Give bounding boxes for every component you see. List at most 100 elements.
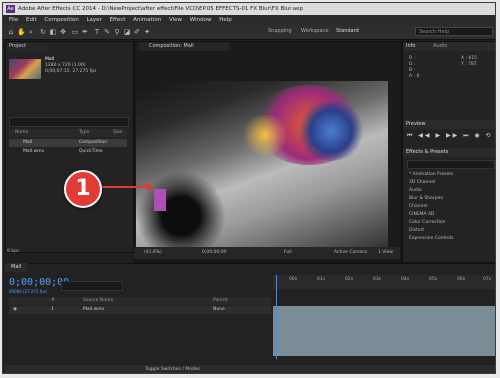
- effect-animation-presets[interactable]: * Animation Presets: [409, 172, 453, 178]
- col-type[interactable]: Type: [79, 129, 89, 137]
- timeline-columns: # Source Name Parent: [9, 297, 271, 305]
- effect-audio[interactable]: Audio: [409, 188, 422, 194]
- pen-icon[interactable]: ✒: [81, 28, 89, 36]
- project-search-input[interactable]: [9, 117, 129, 127]
- brush-icon[interactable]: ✎: [103, 28, 111, 36]
- col-parent: Parent: [213, 298, 228, 303]
- search-help-input[interactable]: Search Help: [415, 27, 493, 36]
- callout-pointer-dot: [145, 183, 152, 190]
- tab-composition[interactable]: Composition: Mall: [139, 42, 229, 51]
- effect-expression-controls[interactable]: Expression Controls: [409, 236, 453, 242]
- tab-preview[interactable]: Preview: [403, 120, 495, 129]
- camera-icon[interactable]: ◧: [49, 28, 57, 36]
- menu-effect[interactable]: Effect: [110, 17, 126, 23]
- current-time-indicator[interactable]: [276, 275, 277, 359]
- project-row-name: Mall.wmv: [23, 149, 45, 154]
- eye-icon[interactable]: ◉: [13, 306, 17, 314]
- tab-info[interactable]: Info: [406, 43, 415, 49]
- timeline-layer-row[interactable]: ◉ 1 Mall.wmv None: [9, 306, 271, 314]
- info-y: Y : 787: [461, 62, 477, 67]
- puppet-icon[interactable]: ✦: [143, 28, 151, 36]
- tab-effects-presets[interactable]: Effects & Presets: [403, 148, 495, 157]
- menu-bar: File Edit Composition Layer Effect Anima…: [3, 15, 495, 25]
- zoom-icon[interactable]: ⌕: [27, 28, 35, 36]
- ruler-tick: 01s: [317, 277, 326, 282]
- menu-file[interactable]: File: [9, 17, 18, 23]
- comp-timecode[interactable]: 0;00;00;00: [202, 247, 227, 259]
- info-panel-header: Info Audio: [403, 42, 495, 51]
- project-item-duration: 0;00;07;15, 27.275 fps: [45, 69, 97, 74]
- views-select[interactable]: 1 View: [378, 247, 393, 259]
- project-row-mall-wmv[interactable]: Mall.wmv QuickTime: [9, 148, 127, 156]
- project-thumbnail: [9, 59, 41, 79]
- window-title: Adobe After Effects CC 2014 - D:\NewProj…: [18, 6, 303, 12]
- menu-edit[interactable]: Edit: [26, 17, 37, 23]
- effect-channel[interactable]: Channel: [409, 204, 427, 210]
- callout-pointer-line: [100, 186, 148, 188]
- zoom-level[interactable]: (41.6%): [144, 247, 162, 259]
- type-icon[interactable]: T: [93, 28, 101, 36]
- workspace-selector[interactable]: Workspace: Standard: [301, 28, 359, 34]
- home-icon[interactable]: ⌂: [7, 28, 15, 36]
- tools-panel: ⌂ ✋ ⌕ ↻ ◧ ✥ ▭ ✒ T ✎ ⚲ ◪ ✐ ✦ Snapping Wor…: [3, 25, 495, 40]
- workspace-value: Standard: [336, 28, 359, 34]
- effect-distort[interactable]: Distort: [409, 228, 424, 234]
- menu-composition[interactable]: Composition: [44, 17, 78, 23]
- hand-icon[interactable]: ✋: [17, 28, 26, 36]
- view-select[interactable]: Active Camera: [334, 247, 367, 259]
- ruler-tick: 02s: [345, 277, 354, 282]
- tab-audio[interactable]: Audio: [433, 43, 447, 49]
- snapping-label[interactable]: Snapping: [268, 28, 292, 34]
- layer-name: Mall.wmv: [83, 307, 105, 312]
- tab-timeline-mall[interactable]: Mall: [5, 263, 28, 272]
- effect-color-correction[interactable]: Color Correction: [409, 220, 445, 226]
- after-effects-logo-icon: Ae: [6, 5, 15, 13]
- clone-icon[interactable]: ⚲: [113, 28, 121, 36]
- ruler-tick: 03s: [373, 277, 382, 282]
- layer-parent-select[interactable]: None: [213, 306, 225, 314]
- project-item-info: Mall 1280 x 720 (1.00) 0;00;07;15, 27.27…: [45, 57, 96, 75]
- col-source-name: Source Name: [83, 298, 114, 303]
- status-bar: Toggle Switches / Modes: [5, 365, 495, 373]
- eraser-icon[interactable]: ◪: [123, 28, 131, 36]
- timeline-search-input[interactable]: [61, 281, 123, 291]
- effect-cinema-4d[interactable]: CINEMA 4D: [409, 212, 434, 218]
- title-bar: Ae Adobe After Effects CC 2014 - D:\NewP…: [3, 3, 495, 15]
- project-row-name: Mall: [23, 140, 33, 145]
- timeline-fps: 00000 (27.275 fps): [9, 289, 48, 294]
- preview-controls[interactable]: ⏮ ◀◀ ▶ ▶▶ ⏭ ◉ ⟲: [407, 132, 493, 140]
- ruler-tick: 00s: [289, 277, 298, 282]
- project-columns: Name Type Size: [9, 129, 127, 137]
- effects-search-input[interactable]: [407, 160, 495, 169]
- menu-layer[interactable]: Layer: [86, 17, 101, 23]
- effect-3d-channel[interactable]: 3D Channel: [409, 180, 435, 186]
- col-size[interactable]: Size: [113, 129, 122, 137]
- ruler-tick: 04s: [401, 277, 410, 282]
- roto-icon[interactable]: ✐: [133, 28, 141, 36]
- layer-duration-bar[interactable]: [273, 306, 495, 356]
- time-ruler[interactable]: 00s 01s 02s 03s 04s 05s 06s 07s: [273, 275, 495, 289]
- composition-footer: (41.6%) 0;00;00;00 Full Active Camera 1 …: [134, 247, 400, 259]
- callout-number-badge: 1: [64, 170, 102, 208]
- project-footer: 8 bpc: [7, 249, 20, 254]
- pan-icon[interactable]: ✥: [59, 28, 67, 36]
- rotate-icon[interactable]: ↻: [39, 28, 47, 36]
- ruler-tick: 05s: [429, 277, 438, 282]
- right-panel-stack: Info Audio R : G : B : A : 0 X : 615 Y :…: [402, 41, 495, 263]
- tab-project[interactable]: Project: [6, 42, 49, 51]
- menu-view[interactable]: View: [169, 17, 182, 23]
- decoration-blue: [296, 101, 366, 161]
- project-row-mall[interactable]: Mall Composition: [9, 139, 127, 147]
- project-row-type: QuickTime: [79, 149, 103, 154]
- menu-help[interactable]: Help: [219, 17, 232, 23]
- menu-window[interactable]: Window: [190, 17, 212, 23]
- menu-animation[interactable]: Animation: [133, 17, 161, 23]
- effect-blur-sharpen[interactable]: Blur & Sharpen: [409, 196, 443, 202]
- mask-icon[interactable]: ▭: [71, 28, 79, 36]
- col-name[interactable]: Name: [15, 129, 28, 137]
- composition-viewer[interactable]: [136, 81, 388, 247]
- toggle-switches-modes[interactable]: Toggle Switches / Modes: [145, 365, 200, 373]
- resolution-select[interactable]: Full: [284, 247, 292, 259]
- project-row-type: Composition: [79, 140, 108, 145]
- workspace-label: Workspace:: [301, 28, 331, 34]
